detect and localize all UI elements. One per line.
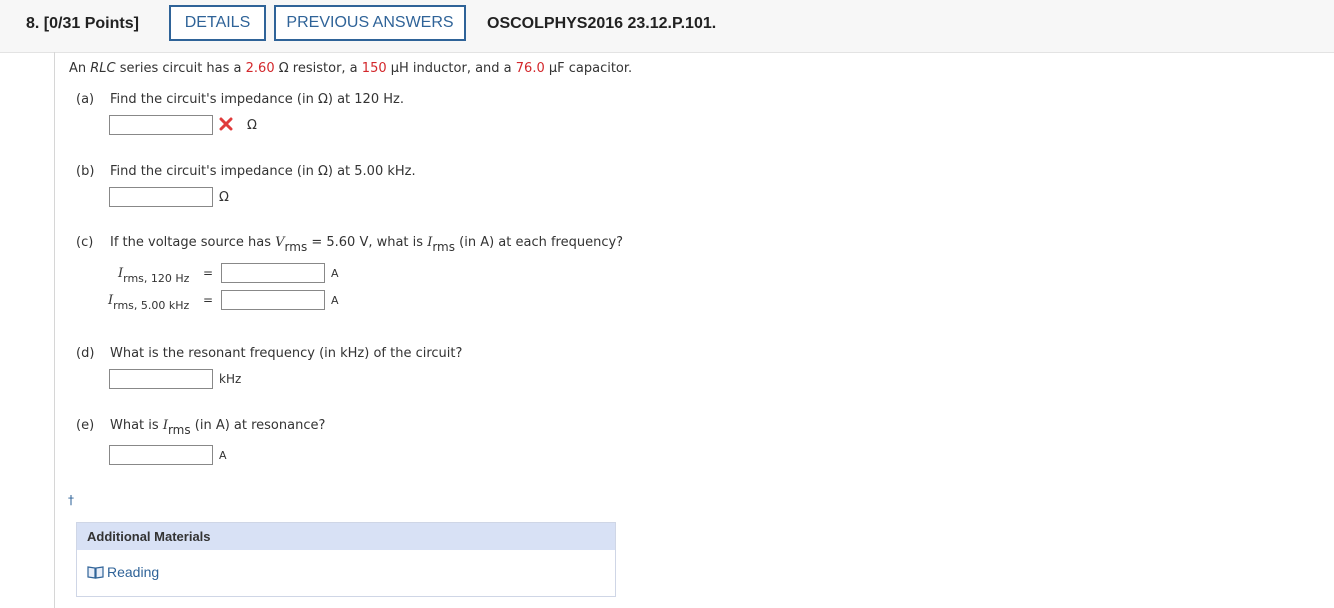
part-e-input[interactable] bbox=[109, 445, 213, 465]
part-e-unit: A bbox=[219, 449, 227, 462]
irms-120hz-label: Irms, 120 Hz bbox=[118, 266, 190, 285]
part-b-question: (b) Find the circuit's impedance (in Ω) a… bbox=[76, 164, 416, 179]
part-d-input[interactable] bbox=[109, 369, 213, 389]
part-a-question: (a) Find the circuit's impedance (in Ω) a… bbox=[76, 92, 404, 107]
part-c-question: (c) If the voltage source has Vrms = 5.60… bbox=[76, 235, 624, 254]
details-button[interactable]: DETAILS bbox=[169, 5, 266, 41]
irms-5khz-label: Irms, 5.00 kHz bbox=[108, 293, 190, 312]
problem-statement: An RLC series circuit has a 2.60 Ω resis… bbox=[69, 61, 633, 76]
incorrect-icon bbox=[219, 117, 233, 131]
part-a-input[interactable] bbox=[109, 115, 213, 135]
capacitance-value: 76.0 bbox=[515, 61, 545, 76]
resistance-value: 2.60 bbox=[245, 61, 275, 76]
part-b-unit: Ω bbox=[219, 190, 229, 205]
reading-link[interactable]: Reading bbox=[87, 564, 159, 580]
part-a-unit: Ω bbox=[247, 118, 257, 133]
equals-sign: = bbox=[203, 293, 214, 307]
part-d-unit: kHz bbox=[219, 372, 242, 386]
reading-label[interactable]: Reading bbox=[107, 564, 159, 580]
irms-5khz-unit: A bbox=[331, 294, 339, 307]
left-divider bbox=[54, 52, 55, 608]
problem-code: OSCOLPHYS2016 23.12.P.101. bbox=[487, 15, 717, 32]
question-header: 8. [0/31 Points] DETAILS PREVIOUS ANSWER… bbox=[0, 0, 1334, 53]
book-icon bbox=[87, 566, 104, 579]
part-b-input[interactable] bbox=[109, 187, 213, 207]
irms-5khz-input[interactable] bbox=[221, 290, 325, 310]
question-title: 8. [0/31 Points] bbox=[26, 15, 139, 32]
additional-materials-heading: Additional Materials bbox=[77, 523, 615, 550]
dagger-mark: † bbox=[68, 493, 74, 507]
additional-materials-panel: Additional Materials Reading bbox=[76, 522, 616, 597]
irms-120hz-unit: A bbox=[331, 267, 339, 280]
equals-sign: = bbox=[203, 266, 214, 280]
part-e-question: (e) What is Irms (in A) at resonance? bbox=[76, 418, 326, 437]
inductance-value: 150 bbox=[361, 61, 387, 76]
part-d-question: (d) What is the resonant frequency (in kH… bbox=[76, 346, 463, 361]
irms-120hz-input[interactable] bbox=[221, 263, 325, 283]
previous-answers-button[interactable]: PREVIOUS ANSWERS bbox=[274, 5, 466, 41]
